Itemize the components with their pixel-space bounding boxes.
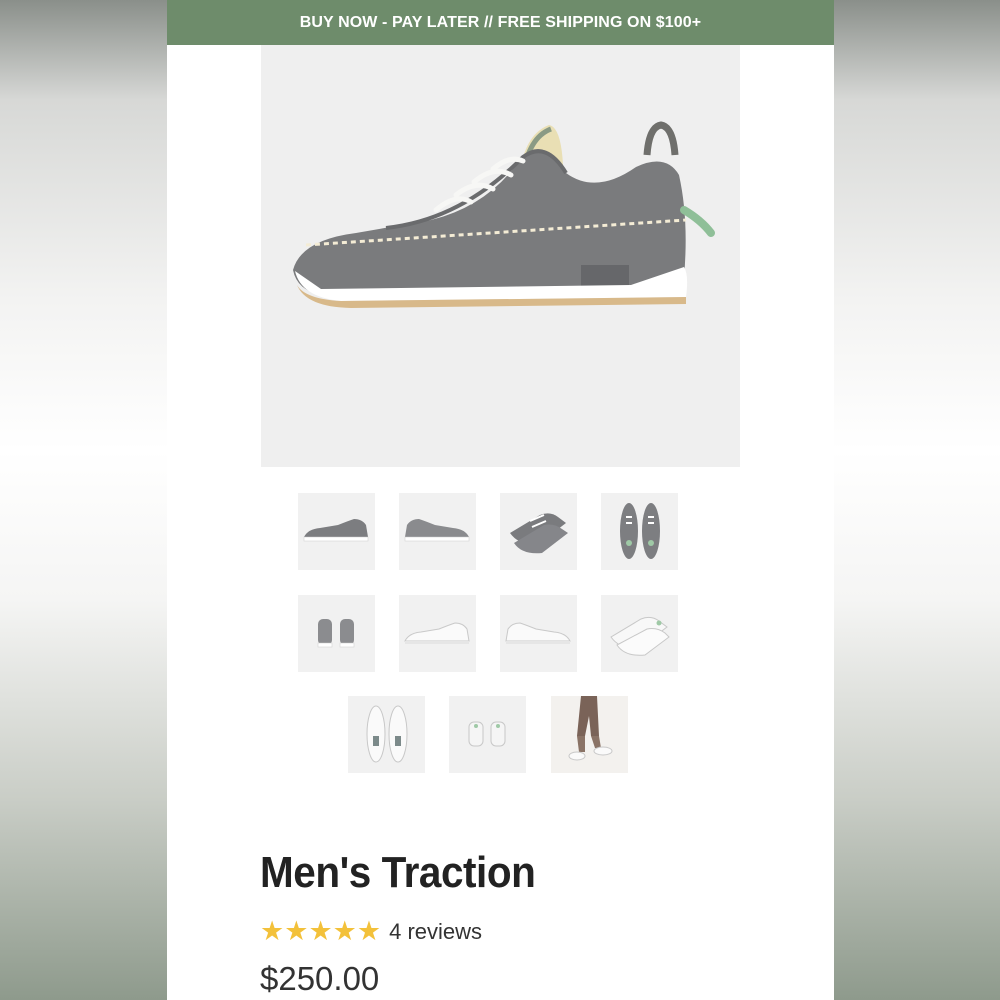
thumbnail-grey-top[interactable] [601,493,678,570]
sneaker-thumb-icon [404,622,470,644]
sneaker-thumb-icon [620,503,660,559]
sneaker-thumb-icon [404,519,470,542]
star-icon: ★ [260,916,285,946]
sneaker-thumb-icon [366,705,408,763]
person-legs-icon [551,696,628,773]
sneaker-thumb-icon [505,622,571,644]
thumbnail-white-side[interactable] [399,595,476,672]
main-product-image[interactable] [261,45,740,467]
sneaker-thumb-icon [510,513,568,554]
star-icon: ★ [308,916,333,946]
thumbnail-white-side-alt[interactable] [500,595,577,672]
product-page: BUY NOW - PAY LATER // FREE SHIPPING ON … [167,0,834,1000]
product-title: Men's Traction [260,848,536,897]
sneaker-image [293,121,715,308]
sneaker-thumb-icon [303,519,369,542]
thumbnail-grey-side-alt[interactable] [399,493,476,570]
thumbnail-white-back[interactable] [449,696,526,773]
reviews-link[interactable]: 4 reviews [389,919,482,945]
thumbnail-white-angle[interactable] [601,595,678,672]
star-icon: ★ [356,916,382,946]
thumbnail-grey-angle[interactable] [500,493,577,570]
promo-banner[interactable]: BUY NOW - PAY LATER // FREE SHIPPING ON … [167,0,834,45]
thumbnail-grey-side[interactable] [298,493,375,570]
star-icon: ★ [332,916,357,946]
thumbnail-grey-back[interactable] [298,595,375,672]
product-price: $250.00 [260,960,380,997]
star-icon: ★ [284,916,309,946]
thumbnail-on-foot[interactable] [551,696,628,773]
product-rating[interactable]: ★ ★ ★ ★ ★ 4 reviews [260,918,482,945]
thumbnail-white-top[interactable] [348,696,425,773]
sneaker-thumb-icon [468,721,506,747]
sneaker-thumb-icon [317,619,355,648]
sneaker-thumb-icon [610,616,670,656]
star-rating: ★ ★ ★ ★ ★ [260,918,381,945]
promo-banner-text: BUY NOW - PAY LATER // FREE SHIPPING ON … [299,13,702,31]
